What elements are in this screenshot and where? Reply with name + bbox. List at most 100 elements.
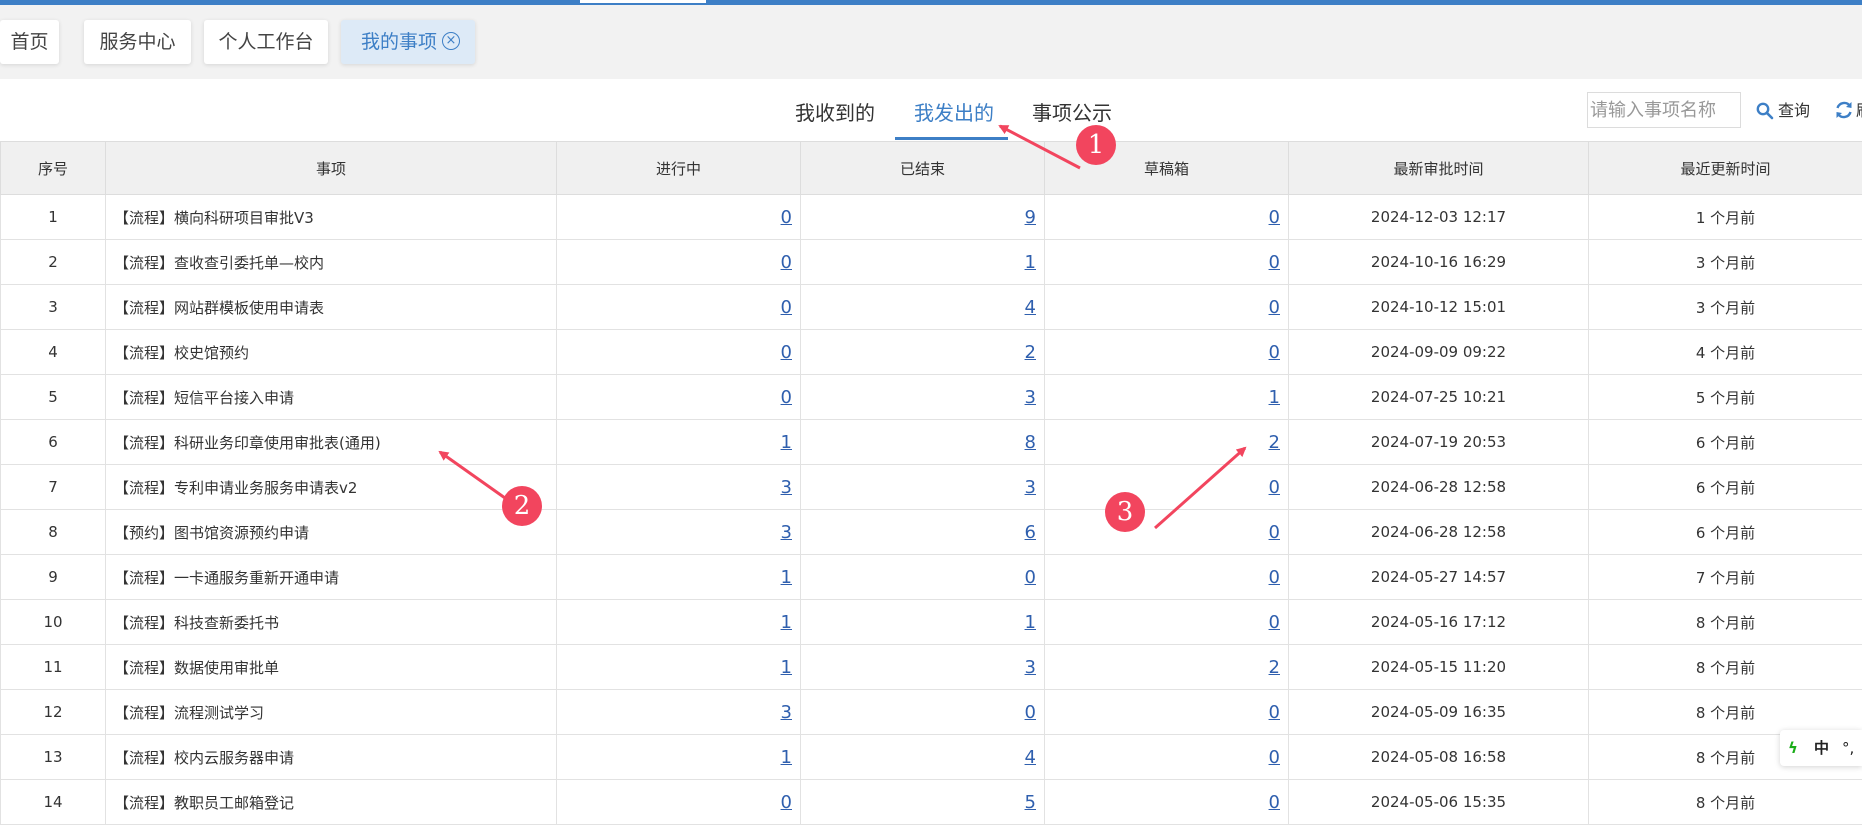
subtab-public-notice[interactable]: 事项公示 (1032, 97, 1112, 126)
row-draft-link[interactable]: 0 (1269, 342, 1280, 363)
row-finished-link[interactable]: 2 (1025, 342, 1036, 363)
row-draft-cell: 0 (1044, 779, 1289, 825)
row-in-progress-cell: 0 (556, 374, 801, 420)
row-draft-link[interactable]: 0 (1269, 297, 1280, 318)
row-finished-link[interactable]: 0 (1025, 702, 1036, 723)
tab-bar: 首页 服务中心 个人工作台 我的事项 × (0, 5, 1862, 79)
row-latest-approval: 2024-05-16 17:12 (1288, 599, 1589, 645)
row-seq: 8 (0, 509, 106, 555)
tab-my-items[interactable]: 我的事项 × (341, 20, 475, 64)
top-progress-indicator (580, 0, 706, 3)
row-in-progress-cell: 1 (556, 734, 801, 780)
row-in-progress-link[interactable]: 0 (781, 792, 792, 813)
row-in-progress-cell: 0 (556, 284, 801, 330)
row-draft-link[interactable]: 0 (1269, 252, 1280, 273)
row-in-progress-link[interactable]: 3 (781, 522, 792, 543)
row-draft-cell: 0 (1044, 734, 1289, 780)
row-latest-approval: 2024-05-08 16:58 (1288, 734, 1589, 780)
row-item-name: 【流程】数据使用审批单 (105, 644, 557, 690)
row-finished-link[interactable]: 1 (1025, 612, 1036, 633)
row-in-progress-link[interactable]: 1 (781, 567, 792, 588)
row-finished-cell: 3 (800, 374, 1045, 420)
row-finished-cell: 1 (800, 239, 1045, 285)
row-in-progress-cell: 1 (556, 419, 801, 465)
search-button[interactable]: 查询 (1756, 99, 1810, 123)
row-last-update: 8 个月前 (1588, 689, 1862, 735)
row-finished-cell: 8 (800, 419, 1045, 465)
close-icon[interactable]: × (442, 32, 460, 50)
row-in-progress-link[interactable]: 0 (781, 387, 792, 408)
row-finished-cell: 6 (800, 509, 1045, 555)
tab-personal-workbench[interactable]: 个人工作台 (204, 20, 328, 64)
subtab-sent[interactable]: 我发出的 (914, 97, 994, 126)
row-draft-link[interactable]: 0 (1269, 567, 1280, 588)
subtab-received[interactable]: 我收到的 (795, 97, 875, 126)
row-draft-link[interactable]: 1 (1269, 387, 1280, 408)
row-draft-link[interactable]: 0 (1269, 792, 1280, 813)
tab-service-center[interactable]: 服务中心 (84, 20, 191, 64)
row-draft-link[interactable]: 0 (1269, 207, 1280, 228)
row-seq: 13 (0, 734, 106, 780)
row-finished-link[interactable]: 8 (1025, 432, 1036, 453)
items-table: 序号 事项 进行中 已结束 草稿箱 最新审批时间 最近更新时间 1 【流程】横向科… (0, 141, 1862, 825)
table-header-row: 序号 事项 进行中 已结束 草稿箱 最新审批时间 最近更新时间 (0, 141, 1862, 195)
row-finished-link[interactable]: 1 (1025, 252, 1036, 273)
row-finished-link[interactable]: 3 (1025, 657, 1036, 678)
row-last-update: 6 个月前 (1588, 464, 1862, 510)
row-draft-link[interactable]: 2 (1269, 657, 1280, 678)
row-in-progress-link[interactable]: 3 (781, 702, 792, 723)
row-seq: 1 (0, 194, 106, 240)
ime-toolbar[interactable]: ϟ 中 °, (1780, 730, 1862, 766)
table-row: 4 【流程】校史馆预约 0 2 0 2024-09-09 09:22 4 个月前 (0, 329, 1862, 375)
tab-home[interactable]: 首页 (0, 20, 59, 64)
refresh-button-label: 刷 (1856, 101, 1862, 120)
search-button-label: 查询 (1778, 101, 1811, 120)
refresh-button[interactable]: 刷 (1834, 99, 1862, 123)
row-item-name: 【流程】查收查引委托单—校内 (105, 239, 557, 285)
ime-punctuation[interactable]: °, (1842, 730, 1854, 766)
row-in-progress-cell: 3 (556, 689, 801, 735)
row-draft-link[interactable]: 0 (1269, 522, 1280, 543)
row-finished-cell: 4 (800, 284, 1045, 330)
row-finished-link[interactable]: 5 (1025, 792, 1036, 813)
row-finished-cell: 3 (800, 464, 1045, 510)
row-finished-link[interactable]: 3 (1025, 477, 1036, 498)
row-finished-link[interactable]: 4 (1025, 747, 1036, 768)
row-finished-link[interactable]: 4 (1025, 297, 1036, 318)
row-item-name: 【流程】专利申请业务服务申请表v2 (105, 464, 557, 510)
row-finished-link[interactable]: 3 (1025, 387, 1036, 408)
row-draft-link[interactable]: 2 (1269, 432, 1280, 453)
row-last-update: 8 个月前 (1588, 644, 1862, 690)
row-in-progress-link[interactable]: 0 (781, 342, 792, 363)
row-latest-approval: 2024-05-27 14:57 (1288, 554, 1589, 600)
row-last-update: 7 个月前 (1588, 554, 1862, 600)
row-in-progress-link[interactable]: 1 (781, 747, 792, 768)
row-in-progress-link[interactable]: 1 (781, 612, 792, 633)
ime-mode[interactable]: 中 (1814, 730, 1829, 766)
row-in-progress-link[interactable]: 1 (781, 657, 792, 678)
row-finished-cell: 0 (800, 689, 1045, 735)
row-finished-link[interactable]: 6 (1025, 522, 1036, 543)
row-finished-link[interactable]: 9 (1025, 207, 1036, 228)
table-row: 14 【流程】教职员工邮箱登记 0 5 0 2024-05-06 15:35 8 个月前 (0, 779, 1862, 825)
row-in-progress-cell: 0 (556, 239, 801, 285)
row-draft-link[interactable]: 0 (1269, 477, 1280, 498)
row-item-name: 【流程】校史馆预约 (105, 329, 557, 375)
row-draft-cell: 2 (1044, 644, 1289, 690)
row-draft-link[interactable]: 0 (1269, 702, 1280, 723)
row-in-progress-link[interactable]: 0 (781, 252, 792, 273)
row-in-progress-link[interactable]: 0 (781, 297, 792, 318)
row-finished-link[interactable]: 0 (1025, 567, 1036, 588)
row-in-progress-link[interactable]: 0 (781, 207, 792, 228)
row-draft-link[interactable]: 0 (1269, 612, 1280, 633)
sub-navigation: 我收到的 我发出的 事项公示 查询 刷 (0, 79, 1862, 141)
row-draft-cell: 0 (1044, 509, 1289, 555)
search-input[interactable] (1587, 92, 1741, 128)
row-seq: 10 (0, 599, 106, 645)
row-draft-link[interactable]: 0 (1269, 747, 1280, 768)
row-in-progress-cell: 0 (556, 329, 801, 375)
row-seq: 3 (0, 284, 106, 330)
row-in-progress-link[interactable]: 3 (781, 477, 792, 498)
row-in-progress-link[interactable]: 1 (781, 432, 792, 453)
row-last-update: 8 个月前 (1588, 779, 1862, 825)
